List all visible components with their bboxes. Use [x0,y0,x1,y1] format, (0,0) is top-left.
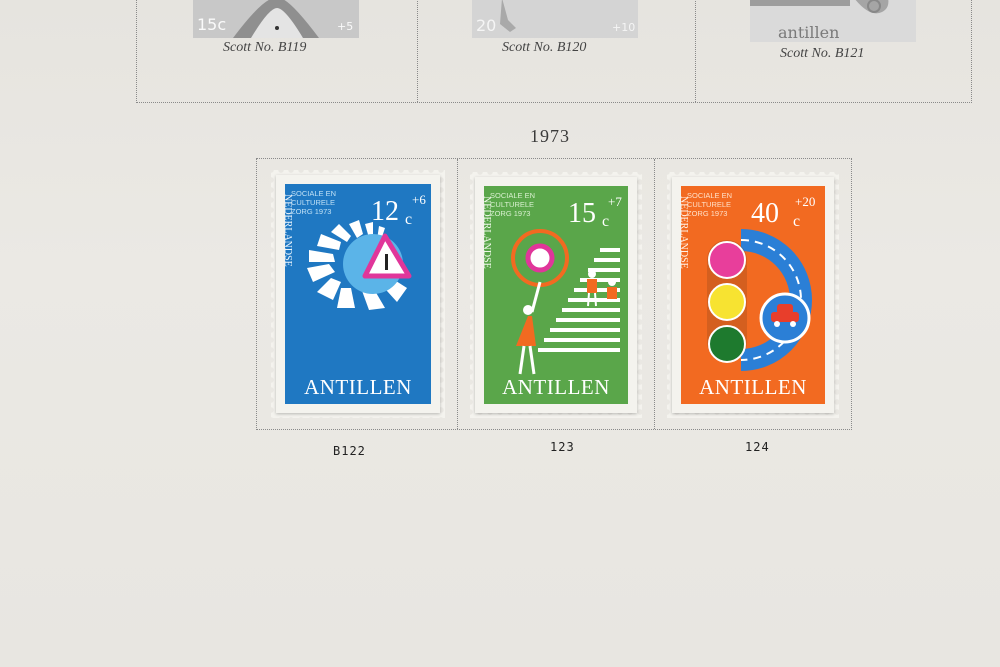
scott-label-b121: Scott No. B121 [780,46,865,61]
stamp-b121-art: antillen [750,0,916,42]
stamp-b120-art: 20 +10 [472,0,638,38]
s124-header-3: ZORG 1973 [687,209,727,218]
stamp-b121: antillen [750,0,916,42]
scott-label-b119: Scott No. B119 [223,40,307,55]
top-cell-b121: antillen Scott No. B121 [695,0,972,102]
stamp-124-art: SOCIALE EN CULTURELE ZORG 1973 40 +20 c … [681,186,825,404]
s123-header-3: ZORG 1973 [490,209,530,218]
stamp-b122-art: SOCIALE EN CULTURELE ZORG 1973 12 +6 c N… [285,184,431,404]
s123-country: ANTILLEN [502,375,610,399]
red-light-icon [708,241,746,279]
top-cell-b120: 20 +10 Scott No. B120 [417,0,696,102]
b122-plus: +6 [412,192,426,207]
amber-light-icon [708,283,746,321]
top-cell-b119: 15c +5 Scott No. B119 [137,0,417,102]
stamp-b122-design: SOCIALE EN CULTURELE ZORG 1973 12 +6 c N… [285,184,431,404]
s123-side-text: NEDERLANDSE [484,196,492,269]
s123-unit: c [602,213,609,230]
stamp-124: SOCIALE EN CULTURELE ZORG 1973 40 +20 c … [667,172,839,418]
s124-value: 40 [751,198,779,229]
stamp-123-art: SOCIALE EN CULTURELE ZORG 1973 15 +7 c N… [484,186,628,404]
stamp-b122: SOCIALE EN CULTURELE ZORG 1973 12 +6 c N… [271,170,445,418]
green-light-icon [708,325,746,363]
year-heading: 1973 [530,126,570,146]
b122-unit: c [405,211,412,228]
b122-header-1: SOCIALE EN [291,189,336,198]
stamp-124-design: SOCIALE EN CULTURELE ZORG 1973 40 +20 c … [681,186,825,404]
s123-header-2: CULTURELE [490,200,534,209]
mount-divider-1 [457,159,458,429]
stamp-b120: 20 +10 [472,0,638,38]
stamp-b119: 15c +5 [193,0,359,38]
b122-value: 12 [371,196,399,227]
stamp-123: SOCIALE EN CULTURELE ZORG 1973 15 +7 c N… [470,172,642,418]
scott-label-b120: Scott No. B120 [502,40,587,55]
s124-unit: c [793,213,800,230]
note-b122: B122 [333,444,366,458]
note-123: 123 [550,440,575,454]
b122-header-2: CULTURELE [291,198,335,207]
s124-side-text: NEDERLANDSE [681,196,689,269]
s124-header-2: CULTURELE [687,200,731,209]
stop-sign-icon [525,243,555,273]
b122-side-text: NEDERLANDSE [285,194,293,267]
b120-value: 20 [476,16,496,35]
s124-plus: +20 [795,194,815,209]
b122-header-3: ZORG 1973 [291,207,331,216]
b119-plus: +5 [337,20,353,33]
note-124: 124 [745,440,770,454]
mount-divider-2 [654,159,655,429]
stamp-b119-art: 15c +5 [193,0,359,38]
b120-plus: +10 [612,21,635,34]
s123-header-1: SOCIALE EN [490,191,535,200]
b119-value: 15c [197,15,226,34]
warning-mark [385,254,388,270]
s124-header-1: SOCIALE EN [687,191,732,200]
b122-country: ANTILLEN [304,375,412,399]
s123-value: 15 [568,198,596,229]
top-mount-row: 15c +5 Scott No. B119 20 +10 Scott No. B… [136,0,972,103]
s124-country: ANTILLEN [699,375,807,399]
b121-country: antillen [778,23,839,42]
stamp-123-design: SOCIALE EN CULTURELE ZORG 1973 15 +7 c N… [484,186,628,404]
s123-plus: +7 [608,194,622,209]
